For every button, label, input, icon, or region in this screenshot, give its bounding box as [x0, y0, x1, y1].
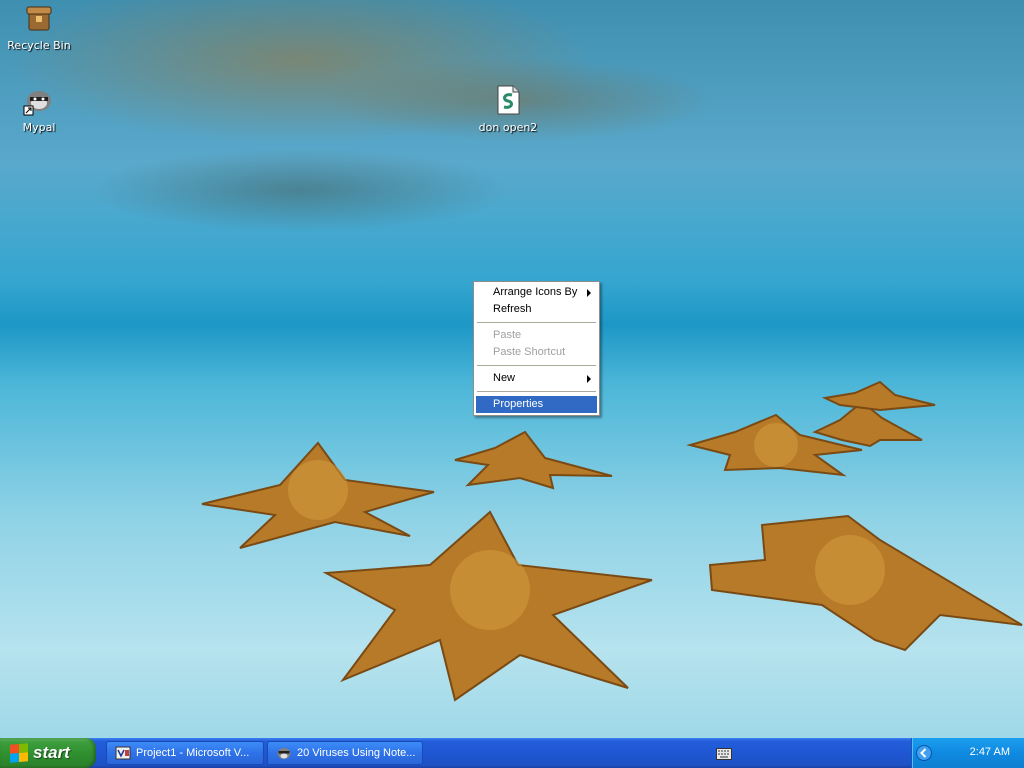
menu-item-label: Arrange Icons By: [493, 286, 578, 298]
desktop-icon-label: don open2: [478, 121, 538, 134]
menu-separator: [477, 322, 596, 323]
notification-area: 2:47 AM: [716, 738, 1024, 768]
menu-item-label: New: [493, 372, 516, 384]
menu-item-new[interactable]: New: [476, 370, 597, 387]
taskbar-button-project1[interactable]: Project1 - Microsoft V...: [106, 741, 264, 765]
menu-item-paste-shortcut[interactable]: Paste Shortcut: [476, 344, 597, 361]
clock[interactable]: 2:47 AM: [970, 746, 1010, 758]
script-file-icon: [497, 85, 520, 115]
keyboard-icon[interactable]: [716, 748, 732, 760]
show-hidden-icons-icon[interactable]: [916, 745, 932, 761]
menu-separator: [477, 391, 596, 392]
menu-item-label: Paste: [493, 329, 522, 341]
start-label: start: [33, 743, 70, 762]
menu-separator: [477, 365, 596, 366]
submenu-arrow-icon: [587, 375, 591, 383]
taskbar: start Project1 - Microsoft V... 20 Virus…: [0, 738, 1024, 768]
menu-item-label: Properties: [493, 398, 544, 410]
taskbar-button-label: Project1 - Microsoft V...: [136, 747, 250, 759]
taskbar-button-20-viruses[interactable]: 20 Viruses Using Note...: [267, 741, 423, 765]
taskbar-button-label: 20 Viruses Using Note...: [297, 747, 416, 759]
menu-item-arrange-icons-by[interactable]: Arrange Icons By: [476, 284, 597, 301]
desktop[interactable]: Recycle Bin Mypal don open2 Arrange Icon…: [0, 0, 1024, 738]
start-button[interactable]: start: [0, 738, 96, 768]
mypal-raccoon-icon: [23, 91, 51, 116]
menu-item-paste[interactable]: Paste: [476, 327, 597, 344]
desktop-icon-label: Recycle Bin: [7, 39, 71, 52]
visual-basic-icon: [115, 746, 131, 760]
desktop-context-menu: Arrange Icons By Refresh Paste Paste Sho…: [473, 281, 600, 416]
desktop-icon-label: Mypal: [22, 121, 56, 134]
desktop-icon-mypal[interactable]: Mypal: [1, 84, 77, 134]
desktop-icon-don-open2[interactable]: don open2: [470, 84, 546, 134]
menu-item-label: Paste Shortcut: [493, 346, 566, 358]
menu-item-properties[interactable]: Properties: [476, 396, 597, 413]
menu-item-label: Refresh: [493, 303, 532, 315]
raccoon-browser-icon: [277, 748, 291, 759]
submenu-arrow-icon: [587, 289, 591, 297]
recycle-bin-icon: [26, 6, 52, 31]
windows-logo-icon: [10, 743, 28, 763]
menu-item-refresh[interactable]: Refresh: [476, 301, 597, 318]
desktop-icon-recycle-bin[interactable]: Recycle Bin: [1, 2, 77, 52]
